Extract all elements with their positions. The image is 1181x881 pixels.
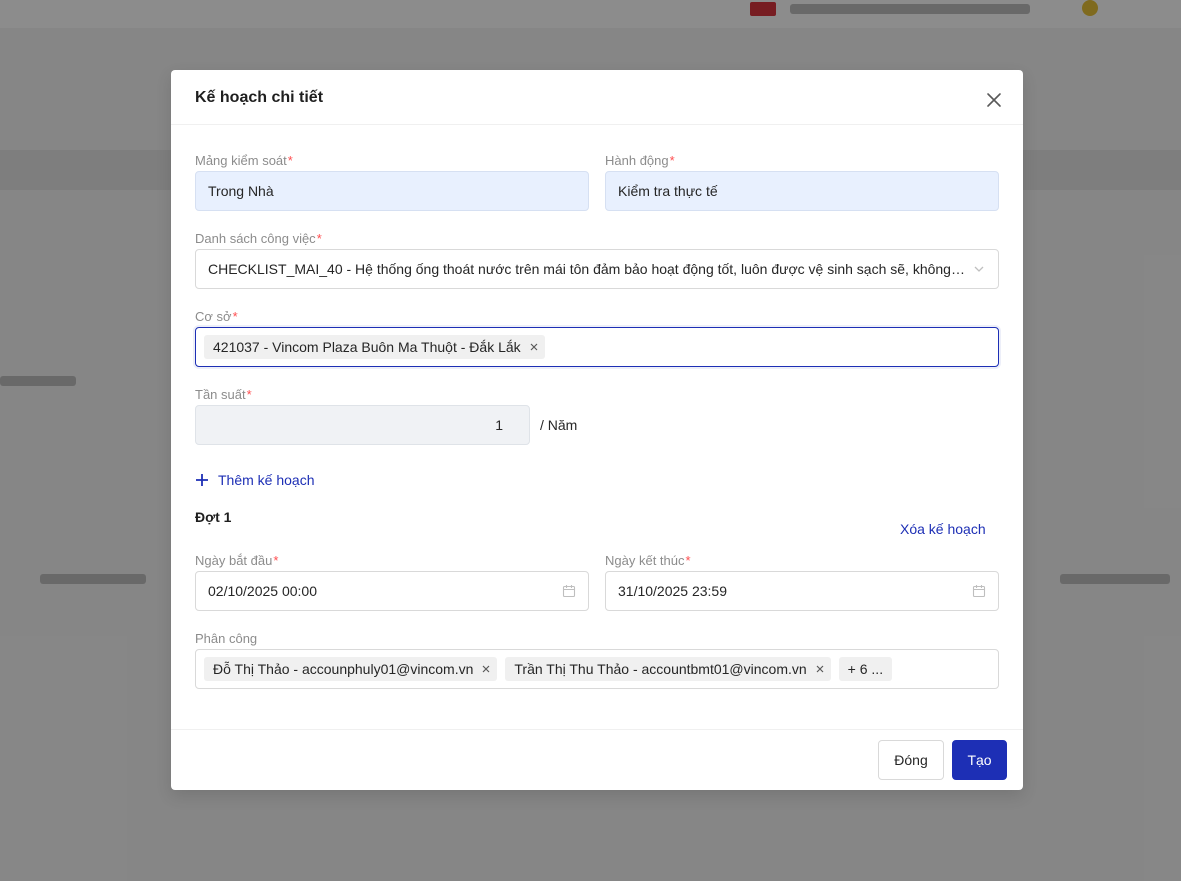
facility-tag-label: 421037 - Vincom Plaza Buôn Ma Thuột - Đắ… bbox=[213, 339, 521, 355]
frequency-input[interactable]: 1 bbox=[195, 405, 530, 445]
modal-header: Kế hoạch chi tiết bbox=[171, 70, 1023, 125]
facility-select[interactable]: 421037 - Vincom Plaza Buôn Ma Thuột - Đắ… bbox=[195, 327, 999, 367]
add-plan-button[interactable]: Thêm kế hoạch bbox=[195, 472, 315, 488]
close-button[interactable]: Đóng bbox=[878, 740, 944, 780]
plus-icon bbox=[196, 474, 208, 486]
frequency-unit: / Năm bbox=[540, 417, 578, 433]
calendar-icon bbox=[972, 585, 986, 598]
start-date-value: 02/10/2025 00:00 bbox=[208, 583, 317, 599]
action-select[interactable]: Kiểm tra thực tế bbox=[605, 171, 999, 211]
assignee-tag: Trần Thị Thu Thảo - accountbmt01@vincom.… bbox=[505, 657, 831, 681]
task-list-select[interactable]: CHECKLIST_MAI_40 - Hệ thống ống thoát nư… bbox=[195, 249, 999, 289]
add-plan-label: Thêm kế hoạch bbox=[218, 472, 315, 488]
modal-footer: Đóng Tạo bbox=[171, 729, 1023, 790]
start-date-picker[interactable]: 02/10/2025 00:00 bbox=[195, 571, 589, 611]
round-title: Đợt 1 bbox=[195, 509, 232, 525]
task-list-label: Danh sách công việc* bbox=[195, 231, 322, 246]
delete-plan-link[interactable]: Xóa kế hoạch bbox=[900, 521, 986, 537]
end-date-value: 31/10/2025 23:59 bbox=[618, 583, 727, 599]
facility-tag: 421037 - Vincom Plaza Buôn Ma Thuột - Đắ… bbox=[204, 335, 545, 359]
facility-label: Cơ sở* bbox=[195, 309, 238, 324]
assignee-tag: Đỗ Thị Thảo - accounphuly01@vincom.vn bbox=[204, 657, 498, 681]
assignment-label: Phân công bbox=[195, 631, 258, 646]
control-area-label: Mảng kiểm soát* bbox=[195, 153, 293, 168]
control-area-select[interactable]: Trong Nhà bbox=[195, 171, 589, 211]
frequency-label: Tần suất* bbox=[195, 387, 252, 402]
frequency-value: 1 bbox=[495, 417, 503, 433]
create-button[interactable]: Tạo bbox=[952, 740, 1007, 780]
end-date-label: Ngày kết thúc* bbox=[605, 553, 691, 568]
start-date-label: Ngày bắt đầu* bbox=[195, 553, 279, 568]
remove-tag-icon[interactable] bbox=[481, 664, 491, 674]
chevron-down-icon bbox=[974, 266, 984, 272]
control-area-value: Trong Nhà bbox=[208, 183, 274, 199]
task-list-value: CHECKLIST_MAI_40 - Hệ thống ống thoát nư… bbox=[208, 261, 966, 277]
end-date-picker[interactable]: 31/10/2025 23:59 bbox=[605, 571, 999, 611]
detail-plan-modal: Kế hoạch chi tiết Mảng kiểm soát* Trong … bbox=[171, 70, 1023, 790]
remove-tag-icon[interactable] bbox=[529, 342, 539, 352]
more-assignees-tag[interactable]: + 6 ... bbox=[838, 657, 893, 681]
assignee-tag-label: Trần Thị Thu Thảo - accountbmt01@vincom.… bbox=[514, 661, 807, 677]
assignee-tag-label: Đỗ Thị Thảo - accounphuly01@vincom.vn bbox=[213, 661, 474, 677]
action-value: Kiểm tra thực tế bbox=[618, 183, 718, 199]
action-label: Hành động* bbox=[605, 153, 675, 168]
close-icon[interactable] bbox=[984, 90, 1004, 110]
assignment-select[interactable]: Đỗ Thị Thảo - accounphuly01@vincom.vn Tr… bbox=[195, 649, 999, 689]
calendar-icon bbox=[562, 585, 576, 598]
modal-title: Kế hoạch chi tiết bbox=[195, 89, 324, 106]
remove-tag-icon[interactable] bbox=[815, 664, 825, 674]
